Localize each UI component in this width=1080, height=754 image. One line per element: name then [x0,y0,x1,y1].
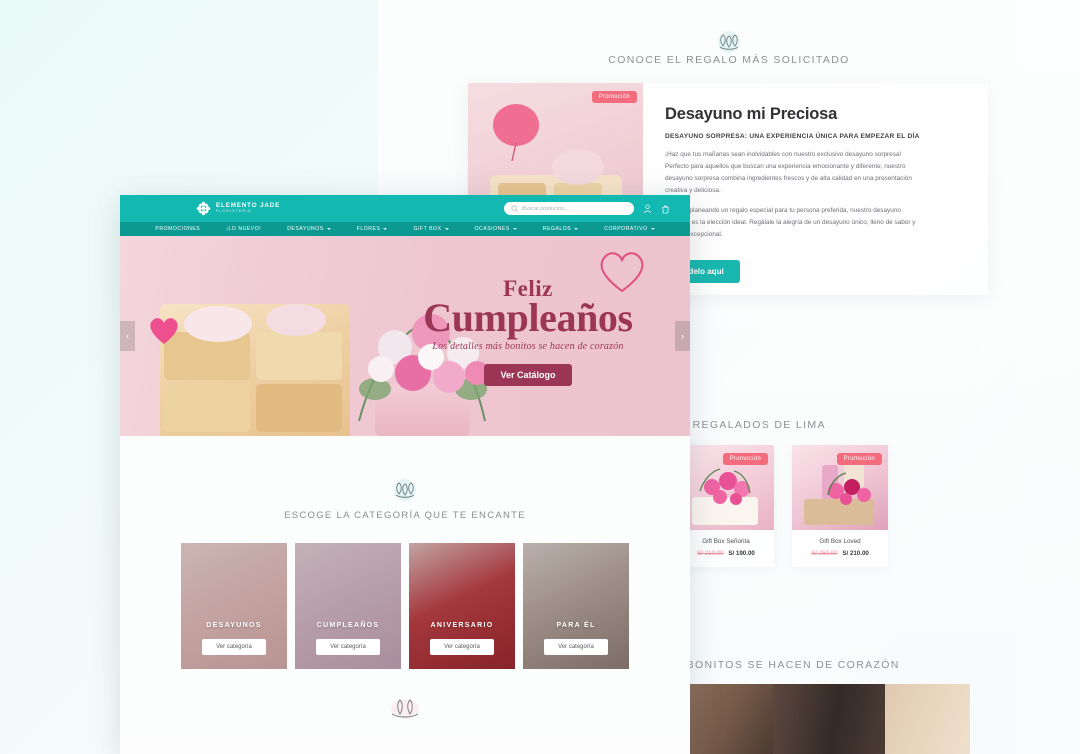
hero-line-2: Cumpleaños [423,294,633,340]
nav-item-ocasiones[interactable]: OCASIONES [462,226,530,232]
bottom-floral-ornament-icon [120,696,690,725]
breakfast-hamper-image [160,304,350,436]
nav-label: ¡LO NUEVO! [226,226,262,232]
shopping-bag-icon[interactable] [661,204,670,214]
view-category-button[interactable]: Ver categoría [544,639,608,655]
nav-label: DESAYUNOS [287,226,324,232]
flower-logo-icon [196,201,211,216]
chevron-down-icon [383,228,388,230]
nav-label: FLORES [356,226,381,232]
nav-item-corporativo[interactable]: CORPORATIVO [591,226,667,232]
promo-badge: Promoción [591,91,637,103]
nav-label: CORPORATIVO [604,226,648,232]
carousel-prev-button[interactable]: ‹ [120,321,135,351]
category-card-desayunos[interactable]: DESAYUNOS Ver categoría [181,543,287,669]
chevron-down-icon [512,228,517,230]
product-price-row: S/ 250.00 S/ 210.00 [798,550,882,557]
view-category-button[interactable]: Ver categoría [430,639,494,655]
promo-badge: Promoción [722,453,768,465]
nav-label: OCASIONES [474,226,510,232]
floral-ornament-icon [390,478,420,502]
nav-label: REGALOS [542,226,572,232]
chevron-down-icon [574,228,579,230]
carousel-next-button[interactable]: › [675,321,690,351]
nav-label: PROMOCIONES [155,226,201,232]
site-logo[interactable]: ELEMENTO JADE FLORISTERIA [196,201,280,216]
chevron-down-icon [650,228,655,230]
view-category-button[interactable]: Ver categoría [316,639,380,655]
heart-balloon-icon [150,318,178,344]
featured-product-paragraph-1: ¡Haz que tus mañanas sean inolvidables c… [665,151,912,194]
product-price-row: S/ 210.00 S/ 190.00 [684,550,768,557]
categories-grid: DESAYUNOS Ver categoría CUMPLEAÑOS Ver c… [120,543,690,669]
foreground-website-window: ELEMENTO JADE FLORISTERIA Buscar product… [120,195,690,754]
product-price: S/ 190.00 [728,550,755,557]
nav-item-flores[interactable]: FLORES [344,226,401,232]
search-input[interactable]: Buscar productos... [504,202,634,215]
category-label: CUMPLEAÑOS [316,622,380,629]
nav-item-lo-nuevo[interactable]: ¡LO NUEVO! [213,226,274,232]
nav-label: GIFT BOX [413,226,442,232]
nav-item-desayunos[interactable]: DESAYUNOS [274,226,344,232]
featured-product-subtitle: DESAYUNO SORPRESA: UNA EXPERIENCIA ÚNICA… [665,133,920,140]
site-header: ELEMENTO JADE FLORISTERIA Buscar product… [120,195,690,222]
main-navigation: PROMOCIONES ¡LO NUEVO! DESAYUNOS FLORES … [120,222,690,236]
product-old-price: S/ 210.00 [697,550,724,557]
categories-heading: ESCOGE LA CATEGORÍA QUE TE ENCANTE [284,510,526,521]
category-label: DESAYUNOS [206,622,262,629]
product-card[interactable]: Promoción Gift Box Señorita S/ 210.00 S/… [678,445,774,567]
user-icon[interactable] [643,204,652,214]
category-card-aniversario[interactable]: ANIVERSARIO Ver categoría [409,543,515,669]
category-card-cumpleanos[interactable]: CUMPLEAÑOS Ver categoría [295,543,401,669]
chevron-left-icon: ‹ [126,331,129,341]
product-price: S/ 210.00 [842,550,869,557]
product-image: Promoción [792,445,888,530]
hero-copy: Feliz Cumpleaños Los detalles más bonito… [398,277,658,386]
category-label: PARA ÉL [556,622,596,629]
product-name: Gift Box Loved [819,538,861,545]
category-card-para-el[interactable]: PARA ÉL Ver categoría [523,543,629,669]
chevron-down-icon [444,228,449,230]
featured-product-paragraph-2: Si estás planeando un regalo especial pa… [665,207,916,239]
promo-badge: Promoción [836,453,882,465]
categories-section: ESCOGE LA CATEGORÍA QUE TE ENCANTE DESAY… [120,436,690,735]
product-old-price: S/ 250.00 [811,550,838,557]
chevron-down-icon [326,228,331,230]
chevron-right-icon: › [681,331,684,341]
background-section-1-heading: CONOCE EL REGALO MÁS SOLICITADO [608,54,850,66]
nav-item-promociones[interactable]: PROMOCIONES [142,226,213,232]
hero-carousel: ‹ › Feliz Cumpleaños Los detalles más bo… [120,236,690,436]
category-label: ANIVERSARIO [430,622,494,629]
product-card[interactable]: Promoción Gift Box Loved S/ 250.00 S/ 21… [792,445,888,567]
brand-tagline: FLORISTERIA [216,208,252,213]
view-catalog-button[interactable]: Ver Catálogo [484,363,572,386]
search-icon [511,205,518,212]
nav-item-gift-box[interactable]: GIFT BOX [400,226,461,232]
background-product-list: Promoción Gift Box Señorita S/ 210.00 S/… [678,445,888,567]
nav-item-regalos[interactable]: REGALOS [530,226,591,232]
product-image: Promoción [678,445,774,530]
view-category-button[interactable]: Ver categoría [202,639,266,655]
featured-product-title: Desayuno mi Preciosa [665,105,838,123]
floral-ornament-icon [714,30,744,54]
background-lifestyle-photo [688,684,970,754]
search-placeholder-text: Buscar productos... [522,205,569,212]
product-name: Gift Box Señorita [702,538,750,545]
hero-tagline: Los detalles más bonitos se hacen de cor… [432,340,624,352]
